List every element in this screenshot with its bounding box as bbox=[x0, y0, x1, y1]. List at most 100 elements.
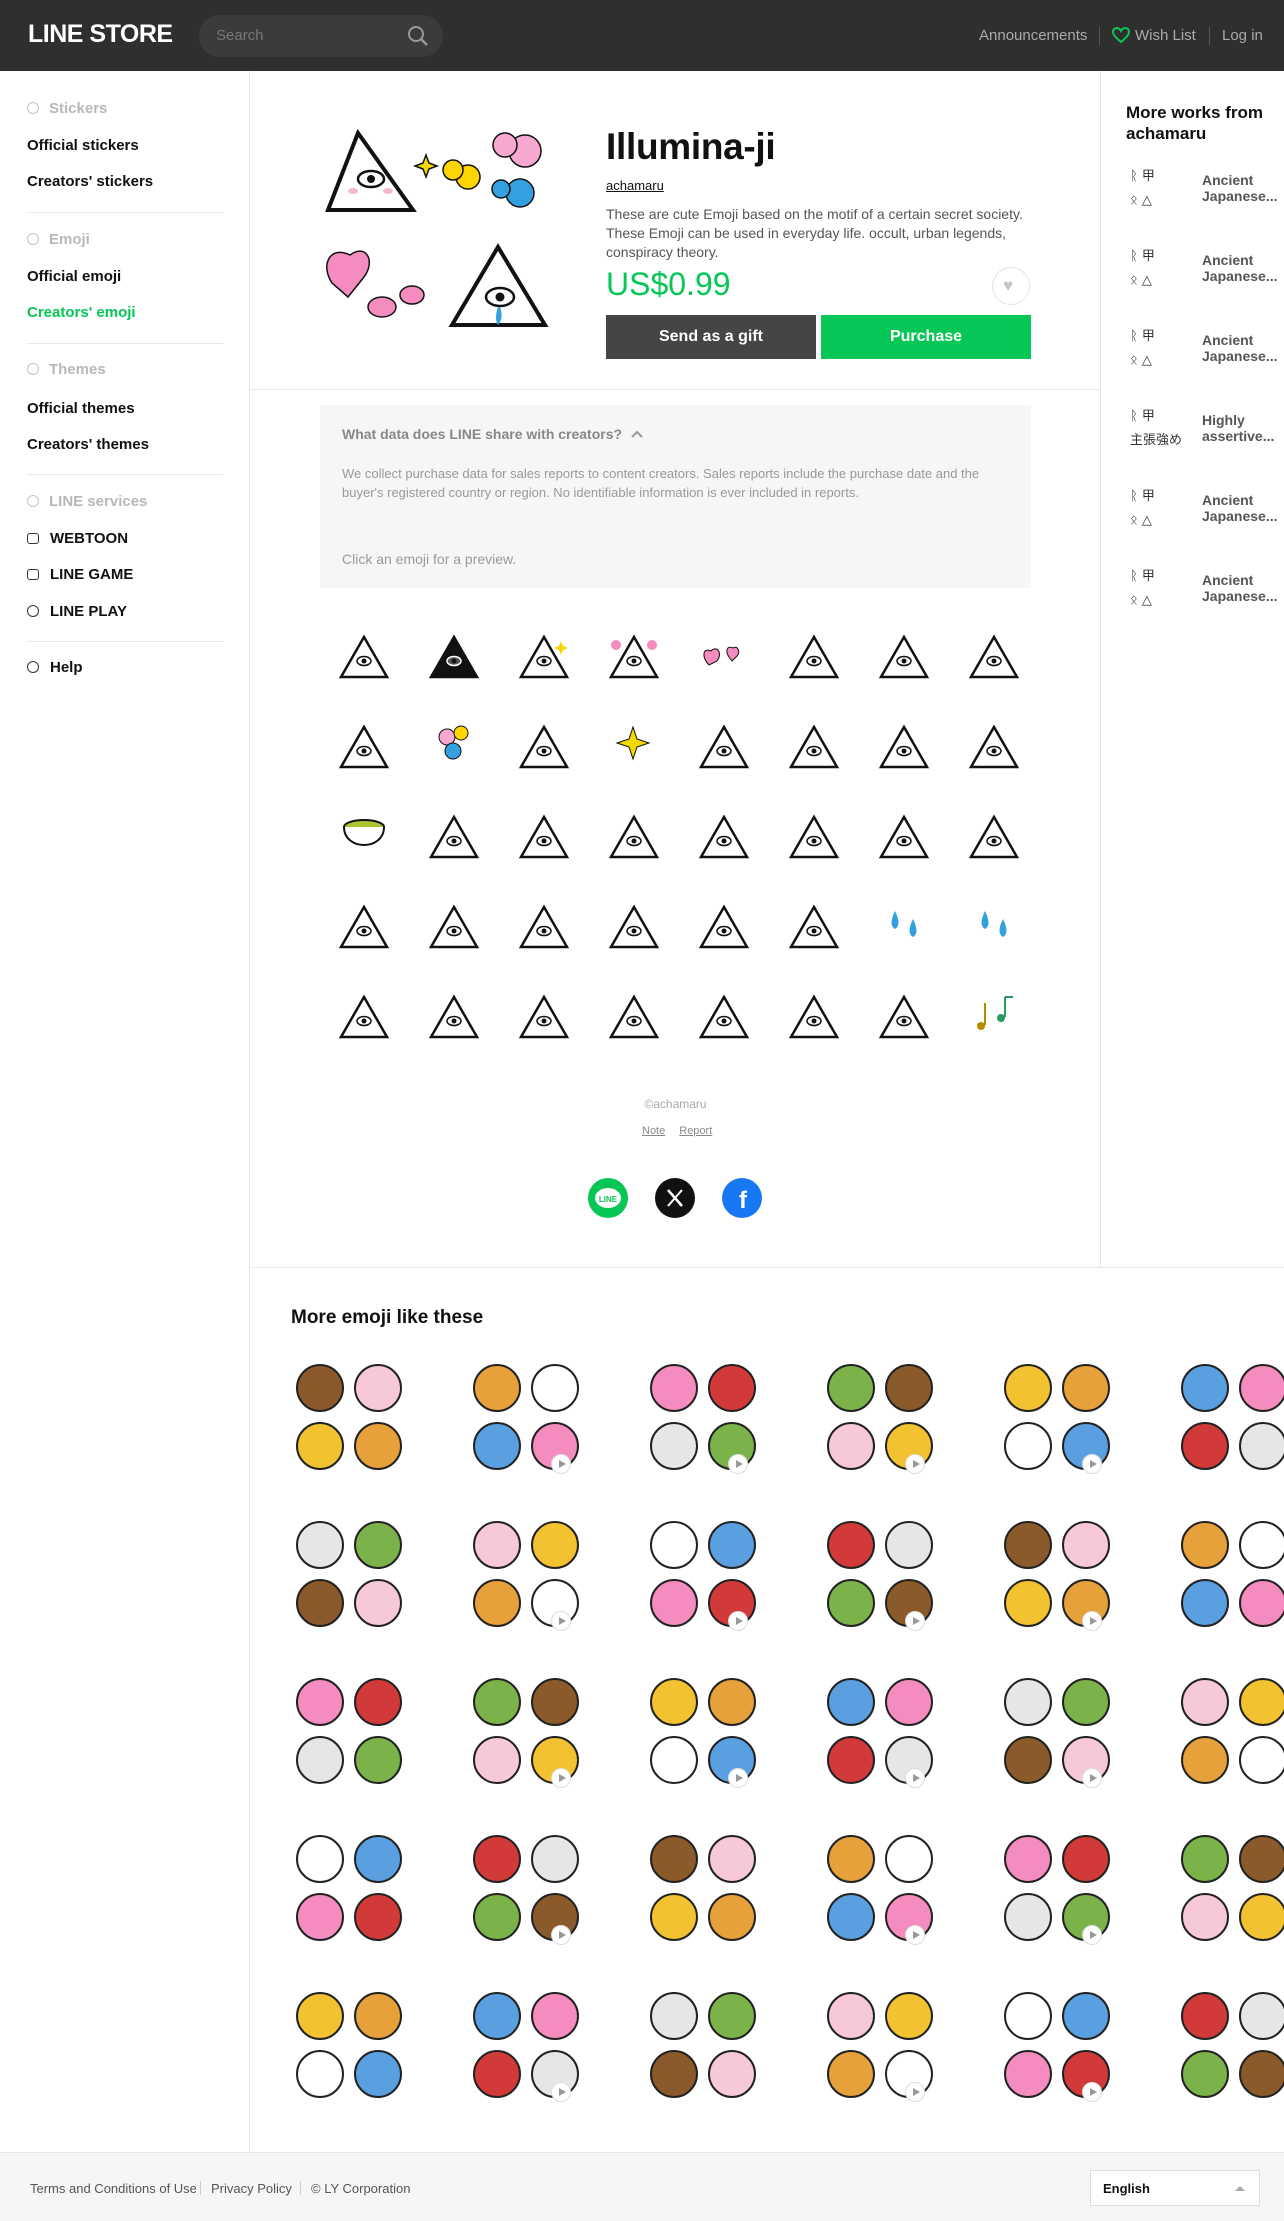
more-works-item[interactable]: ᚱ 甲 ᛟ △ Ancient Japanese... bbox=[1126, 242, 1278, 302]
emoji-item[interactable] bbox=[680, 883, 768, 973]
related-emoji-pack[interactable] bbox=[825, 1676, 935, 1788]
announcements-link[interactable]: Announcements bbox=[979, 27, 1087, 44]
wishlist-link[interactable]: Wish List bbox=[1111, 26, 1196, 44]
emoji-item[interactable] bbox=[680, 973, 768, 1063]
related-emoji-pack[interactable] bbox=[648, 1990, 758, 2100]
related-emoji-pack[interactable] bbox=[294, 1676, 404, 1786]
sidebar-item-creators-themes[interactable]: Creators' themes bbox=[27, 436, 149, 453]
line-share-button[interactable]: LINE bbox=[588, 1178, 628, 1218]
related-emoji-pack[interactable] bbox=[471, 1676, 581, 1788]
related-emoji-pack[interactable] bbox=[648, 1519, 758, 1631]
related-emoji-pack[interactable] bbox=[294, 1362, 404, 1472]
privacy-link[interactable]: Privacy Policy bbox=[211, 2181, 292, 2196]
emoji-item[interactable] bbox=[770, 973, 858, 1063]
emoji-item[interactable] bbox=[590, 703, 678, 793]
emoji-item[interactable] bbox=[590, 883, 678, 973]
related-emoji-pack[interactable] bbox=[1002, 1676, 1112, 1788]
related-emoji-pack[interactable] bbox=[1179, 1833, 1284, 1943]
emoji-item[interactable] bbox=[320, 703, 408, 793]
report-link[interactable]: Report bbox=[679, 1125, 712, 1137]
related-emoji-pack[interactable] bbox=[471, 1833, 581, 1945]
emoji-item[interactable] bbox=[590, 793, 678, 883]
emoji-item[interactable] bbox=[680, 613, 768, 703]
emoji-item[interactable] bbox=[320, 973, 408, 1063]
search-icon[interactable] bbox=[407, 25, 429, 47]
emoji-item[interactable] bbox=[500, 613, 588, 703]
related-emoji-pack[interactable] bbox=[648, 1676, 758, 1788]
more-works-item[interactable]: ᚱ 甲 ᛟ △ Ancient Japanese... bbox=[1126, 322, 1278, 382]
emoji-item[interactable] bbox=[500, 973, 588, 1063]
sidebar-item-webtoon[interactable]: WEBTOON bbox=[27, 530, 128, 547]
emoji-item[interactable] bbox=[410, 973, 498, 1063]
sidebar-item-creators-emoji[interactable]: Creators' emoji bbox=[27, 304, 136, 321]
more-works-item[interactable]: ᚱ 甲 ᛟ △ Ancient Japanese... bbox=[1126, 162, 1278, 222]
login-link[interactable]: Log in bbox=[1222, 27, 1263, 44]
related-emoji-pack[interactable] bbox=[1002, 1519, 1112, 1631]
emoji-item[interactable] bbox=[410, 793, 498, 883]
search-box[interactable]: Search bbox=[199, 15, 443, 57]
more-works-item[interactable]: ᚱ 甲 ᛟ △ Ancient Japanese... bbox=[1126, 562, 1278, 622]
note-link[interactable]: Note bbox=[642, 1125, 665, 1137]
related-emoji-pack[interactable] bbox=[294, 1519, 404, 1629]
emoji-item[interactable] bbox=[950, 793, 1038, 883]
related-emoji-pack[interactable] bbox=[825, 1362, 935, 1474]
related-emoji-pack[interactable] bbox=[1179, 1519, 1284, 1629]
related-emoji-pack[interactable] bbox=[825, 1990, 935, 2102]
emoji-item[interactable] bbox=[410, 883, 498, 973]
related-emoji-pack[interactable] bbox=[1179, 1990, 1284, 2100]
sidebar-item-official-emoji[interactable]: Official emoji bbox=[27, 268, 121, 285]
emoji-item[interactable] bbox=[590, 973, 678, 1063]
emoji-item[interactable] bbox=[320, 613, 408, 703]
emoji-item[interactable] bbox=[410, 703, 498, 793]
sidebar-item-help[interactable]: Help bbox=[27, 659, 83, 676]
emoji-item[interactable] bbox=[500, 883, 588, 973]
related-emoji-pack[interactable] bbox=[825, 1833, 935, 1945]
emoji-item[interactable] bbox=[500, 703, 588, 793]
related-emoji-pack[interactable] bbox=[825, 1519, 935, 1631]
emoji-item[interactable] bbox=[950, 973, 1038, 1063]
related-emoji-pack[interactable] bbox=[471, 1519, 581, 1631]
related-emoji-pack[interactable] bbox=[1002, 1990, 1112, 2102]
emoji-item[interactable] bbox=[500, 793, 588, 883]
wishlist-button[interactable]: ♥ bbox=[992, 267, 1030, 305]
sidebar-item-line-play[interactable]: LINE PLAY bbox=[27, 603, 127, 620]
emoji-item[interactable] bbox=[770, 703, 858, 793]
related-emoji-pack[interactable] bbox=[1179, 1676, 1284, 1786]
emoji-item[interactable] bbox=[770, 883, 858, 973]
emoji-item[interactable] bbox=[320, 793, 408, 883]
emoji-item[interactable] bbox=[860, 613, 948, 703]
related-emoji-pack[interactable] bbox=[648, 1833, 758, 1943]
related-emoji-pack[interactable] bbox=[471, 1990, 581, 2102]
emoji-item[interactable] bbox=[950, 613, 1038, 703]
more-works-item[interactable]: ᚱ 甲主張強め Highly assertive... bbox=[1126, 402, 1276, 462]
related-emoji-pack[interactable] bbox=[294, 1833, 404, 1943]
x-share-button[interactable] bbox=[655, 1178, 695, 1218]
emoji-item[interactable] bbox=[320, 883, 408, 973]
emoji-item[interactable] bbox=[680, 793, 768, 883]
facebook-share-button[interactable]: f bbox=[722, 1178, 762, 1218]
emoji-item[interactable] bbox=[950, 703, 1038, 793]
emoji-item[interactable] bbox=[860, 973, 948, 1063]
emoji-item[interactable] bbox=[860, 883, 948, 973]
emoji-item[interactable] bbox=[410, 613, 498, 703]
line-store-logo[interactable]: LINE STORE bbox=[28, 20, 173, 49]
emoji-item[interactable] bbox=[770, 793, 858, 883]
terms-link[interactable]: Terms and Conditions of Use bbox=[30, 2181, 197, 2196]
sidebar-item-line-game[interactable]: LINE GAME bbox=[27, 566, 133, 583]
related-emoji-pack[interactable] bbox=[1002, 1833, 1112, 1945]
purchase-button[interactable]: Purchase bbox=[821, 315, 1031, 359]
emoji-item[interactable] bbox=[950, 883, 1038, 973]
related-emoji-pack[interactable] bbox=[648, 1362, 758, 1474]
notice-toggle[interactable]: What data does LINE share with creators? bbox=[342, 426, 644, 442]
emoji-item[interactable] bbox=[860, 793, 948, 883]
related-emoji-pack[interactable] bbox=[1179, 1362, 1284, 1472]
send-gift-button[interactable]: Send as a gift bbox=[606, 315, 816, 359]
emoji-item[interactable] bbox=[680, 703, 768, 793]
emoji-item[interactable] bbox=[860, 703, 948, 793]
search-input[interactable]: Search bbox=[216, 27, 264, 44]
sidebar-item-creators-stickers[interactable]: Creators' stickers bbox=[27, 173, 153, 190]
sidebar-item-official-themes[interactable]: Official themes bbox=[27, 400, 135, 417]
sidebar-item-official-stickers[interactable]: Official stickers bbox=[27, 137, 139, 154]
related-emoji-pack[interactable] bbox=[471, 1362, 581, 1474]
more-works-item[interactable]: ᚱ 甲 ᛟ △ Ancient Japanese... bbox=[1126, 482, 1278, 542]
